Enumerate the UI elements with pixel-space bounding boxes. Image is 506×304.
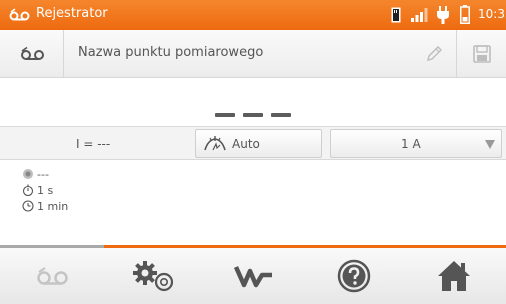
battery-icon: [460, 5, 470, 24]
clamp-icon: [204, 136, 226, 151]
settings-button[interactable]: [104, 248, 204, 304]
home-icon: [438, 261, 470, 291]
interval-value: 1 s: [37, 183, 54, 197]
recorder-tab-button[interactable]: [3, 248, 103, 304]
status-bar: Rejestrator 10:35: [0, 0, 506, 30]
measurement-display: [0, 78, 506, 126]
range-value: 1 A: [401, 137, 421, 151]
auto-label: Auto: [232, 137, 260, 151]
probe-value: ---: [37, 167, 49, 181]
measurement-point-name[interactable]: Nazwa punktu pomiarowego: [78, 45, 263, 60]
probe-line: ---: [22, 166, 68, 182]
save-icon: [473, 45, 491, 63]
range-select[interactable]: 1 A: [330, 129, 502, 158]
recording-info: --- 1 s 1 min: [22, 166, 68, 214]
help-button[interactable]: [304, 248, 404, 304]
duration-value: 1 min: [37, 199, 69, 213]
save-button[interactable]: [456, 30, 506, 78]
bottom-toolbar: [0, 248, 506, 304]
chevron-down-icon: [485, 140, 495, 149]
reading-dash: [271, 113, 291, 117]
settings-icon: [133, 261, 174, 292]
waveform-icon: [234, 266, 272, 288]
duration-line: 1 min: [22, 198, 68, 214]
recorder-button[interactable]: [0, 30, 64, 78]
measurement-point-bar: Nazwa punktu pomiarowego: [0, 30, 506, 78]
app-title: Rejestrator: [36, 6, 108, 21]
graph-button[interactable]: [204, 248, 304, 304]
reading-dash: [215, 113, 235, 117]
plug-icon: [437, 6, 449, 24]
reading-value: [215, 113, 291, 117]
current-readout: I = ---: [76, 137, 111, 151]
recorder-icon: [21, 47, 44, 60]
probe-icon: [23, 169, 33, 179]
auto-range-button[interactable]: Auto: [195, 129, 322, 158]
home-button[interactable]: [404, 248, 504, 304]
pencil-icon[interactable]: [425, 45, 443, 63]
interval-line: 1 s: [22, 182, 68, 198]
recorder-icon: [37, 267, 68, 285]
sd-card-icon: [391, 7, 401, 23]
controls-row: I = --- Auto 1 A: [0, 126, 506, 160]
clock: 10:35: [478, 7, 506, 21]
help-icon: [337, 259, 371, 293]
clock-icon: [22, 200, 34, 212]
recorder-icon: [9, 8, 30, 21]
reading-dash: [243, 113, 263, 117]
signal-icon: [411, 8, 428, 22]
stopwatch-icon: [22, 184, 34, 196]
